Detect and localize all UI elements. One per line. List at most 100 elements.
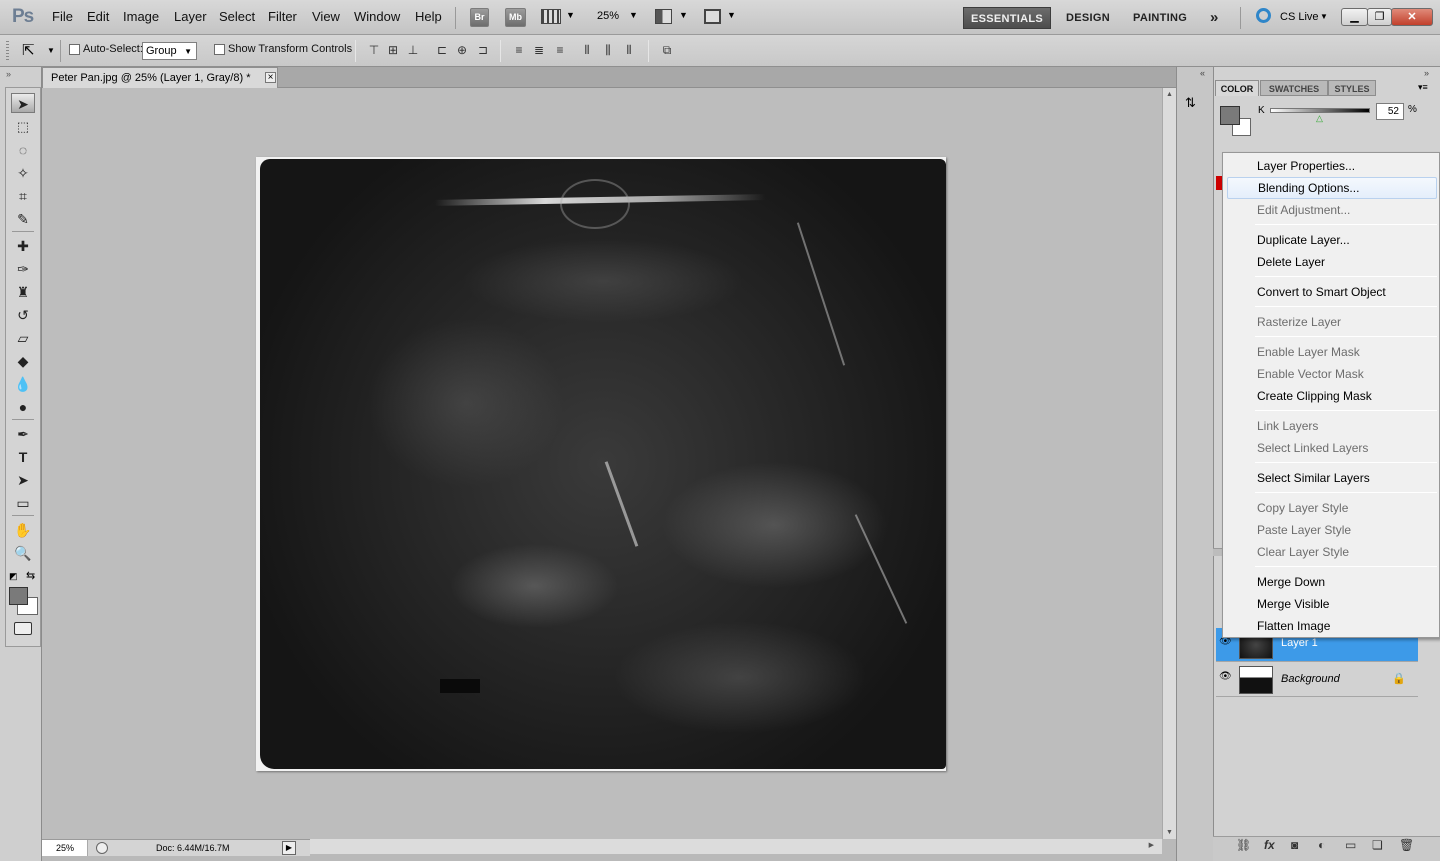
fx-icon[interactable]: fx	[1264, 838, 1275, 852]
zoom-level-select[interactable]: 25%	[597, 10, 619, 22]
align-left-icon[interactable]: ⊏	[435, 42, 449, 58]
zoom-tool[interactable]: 🔍	[11, 543, 35, 563]
scroll-down-icon[interactable]: ▼	[1166, 829, 1173, 836]
menu-layer[interactable]: Layer	[174, 9, 207, 24]
history-brush-tool[interactable]: ↺	[11, 305, 35, 325]
workspace-design[interactable]: DESIGN	[1066, 7, 1110, 29]
blur-tool[interactable]: 💧	[11, 374, 35, 394]
quick-mask-icon[interactable]	[14, 622, 32, 635]
menu-item-convert-smart-object[interactable]: Convert to Smart Object	[1227, 281, 1437, 303]
scroll-up-icon[interactable]: ▲	[1166, 91, 1173, 98]
default-colors-icon[interactable]: ◩	[9, 571, 18, 582]
foreground-color-swatch[interactable]	[9, 587, 28, 605]
k-value-field[interactable]: 52	[1376, 103, 1404, 120]
document-image[interactable]	[256, 157, 946, 771]
type-tool[interactable]: T	[11, 447, 35, 467]
menu-filter[interactable]: Filter	[268, 9, 297, 24]
menu-item-enable-layer-mask[interactable]: Enable Layer Mask	[1227, 341, 1437, 363]
menu-file[interactable]: File	[52, 9, 73, 24]
pen-tool[interactable]: ✒	[11, 424, 35, 444]
menu-item-select-similar-layers[interactable]: Select Similar Layers	[1227, 467, 1437, 489]
menu-edit[interactable]: Edit	[87, 9, 109, 24]
tab-styles[interactable]: STYLES	[1328, 80, 1376, 96]
chevron-down-icon[interactable]: ▼	[679, 10, 688, 20]
distribute-top-icon[interactable]: ≡	[512, 42, 526, 58]
eye-icon[interactable]: 👁	[1219, 671, 1232, 682]
restore-button[interactable]: ❐	[1367, 8, 1392, 26]
menu-window[interactable]: Window	[354, 9, 400, 24]
bridge-button[interactable]: Br	[470, 8, 489, 27]
dodge-tool[interactable]: ●	[11, 397, 35, 417]
chevron-down-icon[interactable]: ▼	[629, 10, 638, 20]
align-vcenter-icon[interactable]: ⊞	[386, 42, 400, 58]
menu-item-paste-layer-style[interactable]: Paste Layer Style	[1227, 519, 1437, 541]
auto-select-dropdown[interactable]: Group ▼	[142, 42, 197, 60]
paint-bucket-tool[interactable]: ◆	[11, 351, 35, 371]
chevron-down-icon[interactable]: ▼	[47, 46, 55, 55]
horizontal-scrollbar[interactable]: ▶	[310, 839, 1162, 854]
menu-item-merge-visible[interactable]: Merge Visible	[1227, 593, 1437, 615]
align-right-icon[interactable]: ⊐	[476, 42, 490, 58]
add-mask-icon[interactable]: ◙	[1291, 838, 1298, 852]
scroll-right-icon[interactable]: ▶	[1149, 841, 1154, 849]
menu-image[interactable]: Image	[123, 9, 159, 24]
panel-menu-icon[interactable]: ▾≡	[1418, 82, 1428, 93]
eraser-tool[interactable]: ▱	[11, 328, 35, 348]
screen-mode-icon[interactable]	[704, 9, 721, 24]
layer-name[interactable]: Layer 1	[1281, 637, 1318, 649]
clone-stamp-tool[interactable]: ♜	[11, 282, 35, 302]
status-menu-arrow-icon[interactable]: ▶	[282, 841, 296, 855]
cs-live-icon[interactable]	[1256, 8, 1271, 23]
adjustment-layer-icon[interactable]: ◐	[1318, 838, 1325, 852]
chevron-down-icon[interactable]: ▼	[727, 10, 736, 20]
menu-view[interactable]: View	[312, 9, 340, 24]
collapse-icon[interactable]: »	[6, 69, 11, 79]
auto-select-checkbox[interactable]	[69, 44, 80, 55]
arrange-documents-icon[interactable]	[655, 9, 672, 24]
auto-align-icon[interactable]: ⧉	[660, 42, 674, 58]
distribute-bottom-icon[interactable]: ≡	[553, 42, 567, 58]
menu-item-select-linked-layers[interactable]: Select Linked Layers	[1227, 437, 1437, 459]
show-transform-checkbox[interactable]	[214, 44, 225, 55]
delete-layer-icon[interactable]: 🗑	[1399, 838, 1414, 852]
workspace-essentials[interactable]: ESSENTIALS	[963, 7, 1051, 29]
status-zoom[interactable]: 25%	[42, 840, 88, 856]
grip-handle[interactable]	[6, 41, 9, 61]
menu-item-blending-options[interactable]: Blending Options...	[1227, 177, 1437, 199]
menu-item-copy-layer-style[interactable]: Copy Layer Style	[1227, 497, 1437, 519]
minimize-button[interactable]: ▁	[1341, 8, 1368, 26]
menu-item-link-layers[interactable]: Link Layers	[1227, 415, 1437, 437]
menu-select[interactable]: Select	[219, 9, 255, 24]
layer-name[interactable]: Background	[1281, 673, 1340, 685]
history-panel-icon[interactable]: ⇅	[1185, 95, 1207, 115]
eyedropper-tool[interactable]: ✎	[11, 209, 35, 229]
menu-item-rasterize-layer[interactable]: Rasterize Layer	[1227, 311, 1437, 333]
rectangle-tool[interactable]: ▭	[11, 493, 35, 513]
new-layer-icon[interactable]: ❏	[1372, 838, 1383, 852]
menu-item-merge-down[interactable]: Merge Down	[1227, 571, 1437, 593]
menu-item-clear-layer-style[interactable]: Clear Layer Style	[1227, 541, 1437, 563]
chevron-down-icon[interactable]: ▼	[566, 10, 575, 20]
distribute-right-icon[interactable]: ⫴	[622, 42, 636, 58]
distribute-left-icon[interactable]: ⫴	[580, 42, 594, 58]
tab-color[interactable]: COLOR	[1215, 80, 1259, 96]
quick-select-tool[interactable]: ✧	[11, 163, 35, 183]
tab-swatches[interactable]: SWATCHES	[1260, 80, 1328, 96]
cs-live-button[interactable]: CS Live	[1280, 11, 1319, 23]
new-group-icon[interactable]: ▭	[1345, 838, 1356, 852]
more-workspaces-icon[interactable]: »	[1210, 7, 1219, 29]
close-window-button[interactable]: ✕	[1391, 8, 1433, 26]
menu-item-layer-properties[interactable]: Layer Properties...	[1227, 155, 1437, 177]
distribute-vcenter-icon[interactable]: ≣	[532, 42, 546, 58]
align-bottom-icon[interactable]: ⊥	[406, 42, 420, 58]
color-foreground-swatch[interactable]	[1220, 106, 1240, 125]
expand-dock-icon[interactable]: «	[1200, 68, 1205, 78]
path-selection-tool[interactable]: ➤	[11, 470, 35, 490]
chevron-down-icon[interactable]: ▼	[1320, 12, 1328, 21]
move-tool-icon[interactable]: ⇱	[22, 41, 35, 59]
mini-bridge-button[interactable]: Mb	[505, 8, 526, 27]
slider-handle-icon[interactable]: △	[1316, 113, 1323, 124]
menu-item-create-clipping-mask[interactable]: Create Clipping Mask	[1227, 385, 1437, 407]
distribute-hcenter-icon[interactable]: ⫼	[601, 42, 615, 58]
vertical-scrollbar[interactable]: ▲ ▼	[1162, 88, 1176, 839]
